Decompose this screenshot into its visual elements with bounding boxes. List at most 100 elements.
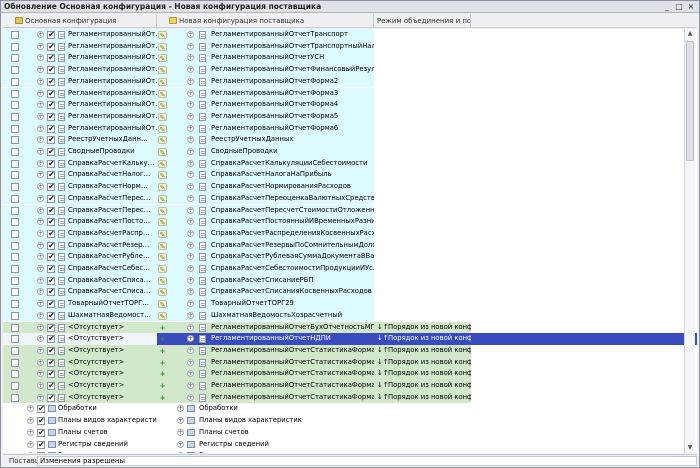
merge-checkbox[interactable] <box>47 368 55 380</box>
merge-checkbox[interactable] <box>47 216 55 228</box>
row-checkbox[interactable] <box>11 288 19 297</box>
expand-icon[interactable]: + <box>37 265 44 272</box>
scroll-thumb[interactable] <box>686 41 694 161</box>
tree-row[interactable]: + СправкаРасчетНорм… ✎ + СправкаРасчетНормир… <box>3 181 697 193</box>
expand-icon[interactable]: + <box>37 311 44 319</box>
row-checkbox[interactable] <box>11 206 19 215</box>
merge-checkbox[interactable] <box>47 123 55 134</box>
expand-icon[interactable]: + <box>27 452 34 453</box>
merge-checkbox[interactable] <box>47 322 55 333</box>
expand-icon[interactable]: + <box>37 346 44 354</box>
expand-icon[interactable]: + <box>187 42 194 50</box>
merge-mode-cell[interactable]: ↓↑Порядок из новой конфи… <box>374 321 471 334</box>
tree-row[interactable]: + РегламентированныйОт…✎ + Регламентированн… <box>3 110 697 123</box>
merge-mode-cell[interactable] <box>374 41 471 53</box>
merge-mode-cell[interactable] <box>374 415 471 427</box>
expand-icon[interactable]: + <box>187 393 194 401</box>
merge-mode-cell[interactable] <box>374 251 471 263</box>
row-checkbox[interactable] <box>11 382 19 390</box>
row-checkbox[interactable] <box>11 276 19 285</box>
expand-icon[interactable]: + <box>187 159 194 167</box>
merge-checkbox[interactable] <box>47 275 55 286</box>
merge-mode-cell[interactable] <box>374 263 471 275</box>
close-button[interactable]: × <box>685 1 697 12</box>
tree-row[interactable]: + СправкаРасчетРубле… ✎ + СправкаРасчетРубле… <box>3 251 697 263</box>
expand-icon[interactable]: + <box>187 218 194 226</box>
tree-row[interactable]: + Регистры сведений + Регистры сведений <box>3 439 697 450</box>
row-checkbox[interactable] <box>11 335 19 344</box>
expand-icon[interactable]: + <box>37 183 44 191</box>
row-checkbox[interactable] <box>11 300 19 309</box>
tree-row[interactable]: + СправкаРасчетСписа… ✎ + СправкаРасчетСписа… <box>3 274 697 287</box>
expand-icon[interactable]: + <box>37 66 44 74</box>
merge-mode-cell[interactable] <box>374 29 471 41</box>
row-checkbox[interactable] <box>11 346 19 355</box>
expand-icon[interactable]: + <box>187 66 194 74</box>
tree-row[interactable]: + Планы счетов + Планы счетов <box>3 427 697 439</box>
expand-icon[interactable]: + <box>37 241 44 249</box>
merge-checkbox[interactable] <box>47 76 55 87</box>
expand-icon[interactable]: + <box>177 452 184 453</box>
tree-row[interactable]: + <Отсутствует> + + РегламентированныйОтчетС… <box>3 356 697 369</box>
merge-mode-cell[interactable]: ↓↑Порядок из новой конфи… <box>374 380 471 392</box>
tree-row[interactable]: + СправкаРасчетКальку…✎ + СправкаРасчетКаль… <box>3 157 697 170</box>
expand-icon[interactable]: + <box>27 405 34 413</box>
merge-checkbox[interactable] <box>47 146 55 158</box>
tree-row[interactable]: + СправкаРасчетПерес… ✎ + СправкаРасчетПерес… <box>3 204 697 217</box>
tree-row[interactable]: + СправкаРасчетРаспр… ✎ + СправкаРасчетРаспр… <box>3 227 697 240</box>
merge-checkbox[interactable] <box>47 392 55 403</box>
expand-icon[interactable]: + <box>37 229 44 237</box>
tree-row[interactable]: + РегламентированныйОт…✎ + Регламентированн… <box>3 122 697 135</box>
expand-icon[interactable]: + <box>187 148 194 155</box>
expand-icon[interactable]: + <box>37 288 44 296</box>
merge-checkbox[interactable] <box>47 134 55 146</box>
status-value-field[interactable]: Изменения разрешены <box>37 456 697 466</box>
merge-checkbox[interactable] <box>47 380 55 392</box>
row-checkbox[interactable] <box>11 77 19 86</box>
row-checkbox[interactable] <box>11 183 19 192</box>
expand-icon[interactable]: + <box>187 370 194 378</box>
tree-row[interactable]: + ТоварныйОтчетТОРГ… ✎ + ТоварныйОтчетТОРГ29 <box>3 298 697 310</box>
merge-checkbox[interactable] <box>47 228 55 240</box>
merge-checkbox[interactable] <box>37 427 45 438</box>
expand-icon[interactable]: + <box>27 417 34 425</box>
expand-icon[interactable]: + <box>187 89 194 97</box>
expand-icon[interactable]: + <box>187 382 194 389</box>
merge-mode-cell[interactable] <box>374 403 471 415</box>
row-checkbox[interactable] <box>11 54 19 63</box>
merge-mode-cell[interactable]: ↓↑Порядок из новой конфи… <box>374 344 471 357</box>
merge-mode-cell[interactable] <box>374 193 471 205</box>
expand-icon[interactable]: + <box>177 428 184 436</box>
merge-mode-cell[interactable]: ↓↑Порядок из новой конфи… <box>374 356 471 369</box>
tree-row[interactable]: + СправкаРасчетРезер… ✎ + СправкаРасчетРезер… <box>3 239 697 252</box>
row-checkbox[interactable] <box>11 311 19 320</box>
tree-row[interactable]: + СправкаРасчетНалог… ✎ + СправкаРасчетНалог… <box>3 169 697 182</box>
merge-mode-cell[interactable] <box>374 427 471 439</box>
row-checkbox[interactable] <box>11 194 19 203</box>
row-checkbox[interactable] <box>11 370 19 379</box>
expand-icon[interactable]: + <box>37 218 44 226</box>
row-checkbox[interactable] <box>11 112 19 121</box>
expand-icon[interactable]: + <box>187 54 194 62</box>
expand-icon[interactable]: + <box>187 112 194 120</box>
expand-icon[interactable]: + <box>187 194 194 202</box>
row-checkbox[interactable] <box>11 253 19 262</box>
merge-mode-cell[interactable] <box>374 275 471 287</box>
merge-mode-cell[interactable] <box>374 240 471 252</box>
tree-row[interactable]: + РеестрУчетныхДанн… ✎ + РеестрУчетныхДанных <box>3 134 697 146</box>
expand-icon[interactable]: + <box>177 440 184 448</box>
merge-checkbox[interactable] <box>47 181 55 193</box>
expand-icon[interactable]: + <box>187 124 194 132</box>
tree-row[interactable]: + ШахматнаяВедомост… ✎ + ШахматнаяВедомостьХ… <box>3 309 697 322</box>
comparison-tree-grid[interactable]: +РегламентированныйОт…✎+Регламентированн… <box>3 29 697 453</box>
merge-checkbox[interactable] <box>47 111 55 123</box>
merge-mode-cell[interactable] <box>374 310 471 322</box>
row-checkbox[interactable] <box>11 42 19 51</box>
expand-icon[interactable]: + <box>187 229 194 237</box>
tree-row[interactable]: + РегламентированныйОт…✎ + Регламентированн… <box>3 75 697 88</box>
expand-icon[interactable]: + <box>187 31 194 38</box>
row-checkbox[interactable] <box>11 241 19 250</box>
expand-icon[interactable]: + <box>187 335 194 343</box>
merge-checkbox[interactable] <box>47 99 55 111</box>
tree-row[interactable]: + РегламентированныйОт…✎ + Регламентированн… <box>3 40 697 53</box>
